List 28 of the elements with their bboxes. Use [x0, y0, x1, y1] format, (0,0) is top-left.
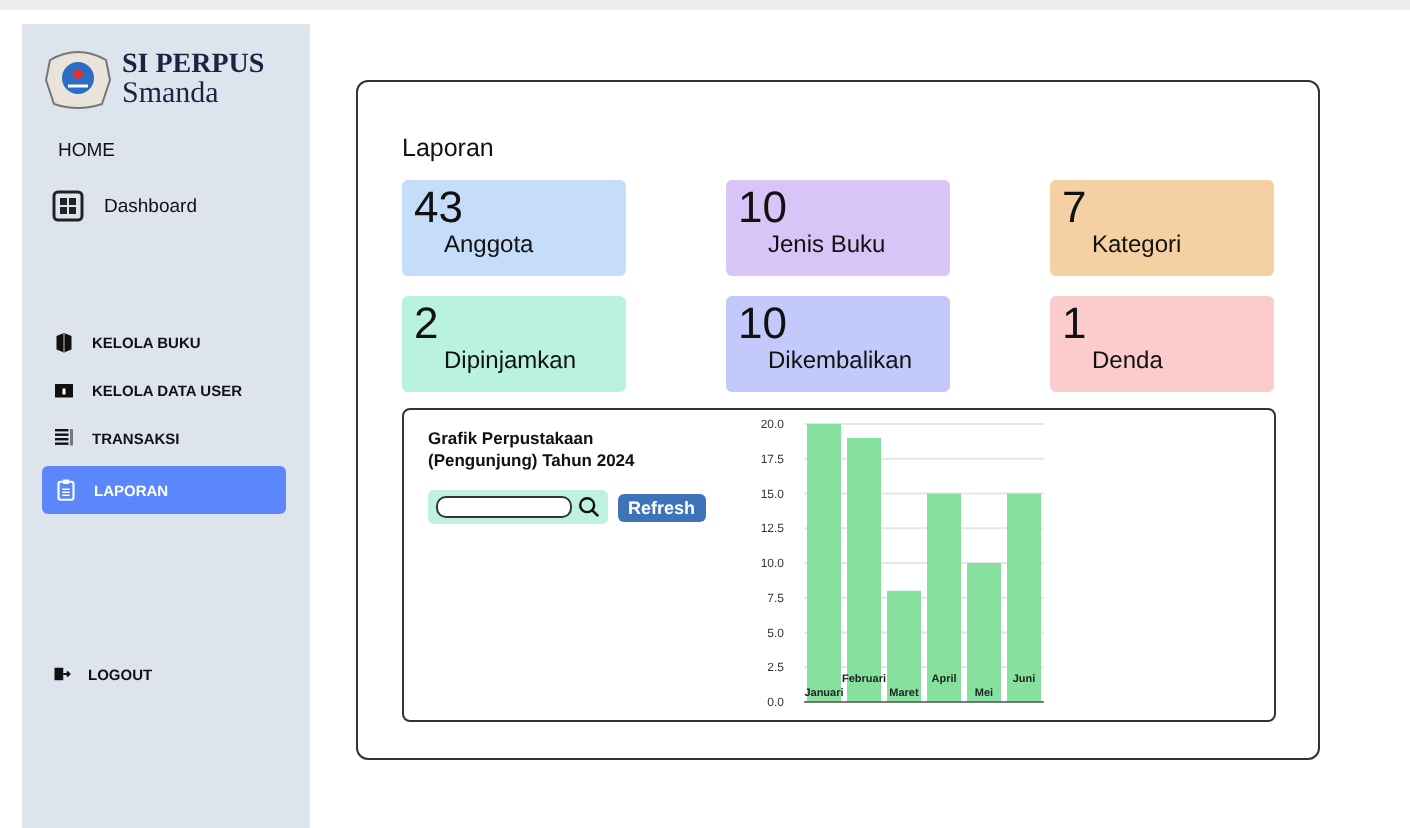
school-emblem-icon — [42, 48, 114, 112]
stat-label: Denda — [1092, 346, 1163, 374]
list-icon — [52, 426, 76, 450]
nav-item[interactable]: Dashboard — [42, 182, 294, 230]
section-heading: HOME — [58, 140, 115, 162]
stat-value: 43 — [414, 186, 463, 230]
folder-icon — [52, 378, 76, 402]
stat-label: Dikembalikan — [768, 346, 913, 374]
stat-value: 7 — [1062, 186, 1087, 230]
stat-label: Jenis Buku — [768, 230, 886, 258]
stat-label: Kategori — [1092, 230, 1182, 258]
stat-value: 2 — [414, 302, 439, 346]
clipboard-icon — [54, 478, 78, 502]
books-icon — [52, 330, 76, 354]
stat-value: 10 — [738, 302, 787, 346]
app-subtitle: Smanda — [122, 79, 221, 109]
search-field[interactable] — [428, 490, 608, 524]
page-title: Laporan — [402, 134, 494, 162]
chart-title: Grafik Perpustakaan (Pengunjung) Tahun 2024 — [428, 428, 637, 472]
search-icon — [578, 496, 600, 518]
logout-icon — [52, 664, 72, 684]
stat-value: 1 — [1062, 302, 1087, 346]
refresh-button[interactable]: Refresh — [618, 493, 706, 521]
app-title: SI PERPUS — [122, 51, 265, 79]
stat-label: Dipinjamkan — [444, 346, 577, 374]
grid-icon — [52, 190, 84, 222]
stat-label: Anggota — [444, 230, 534, 258]
stat-value: 10 — [738, 186, 787, 230]
